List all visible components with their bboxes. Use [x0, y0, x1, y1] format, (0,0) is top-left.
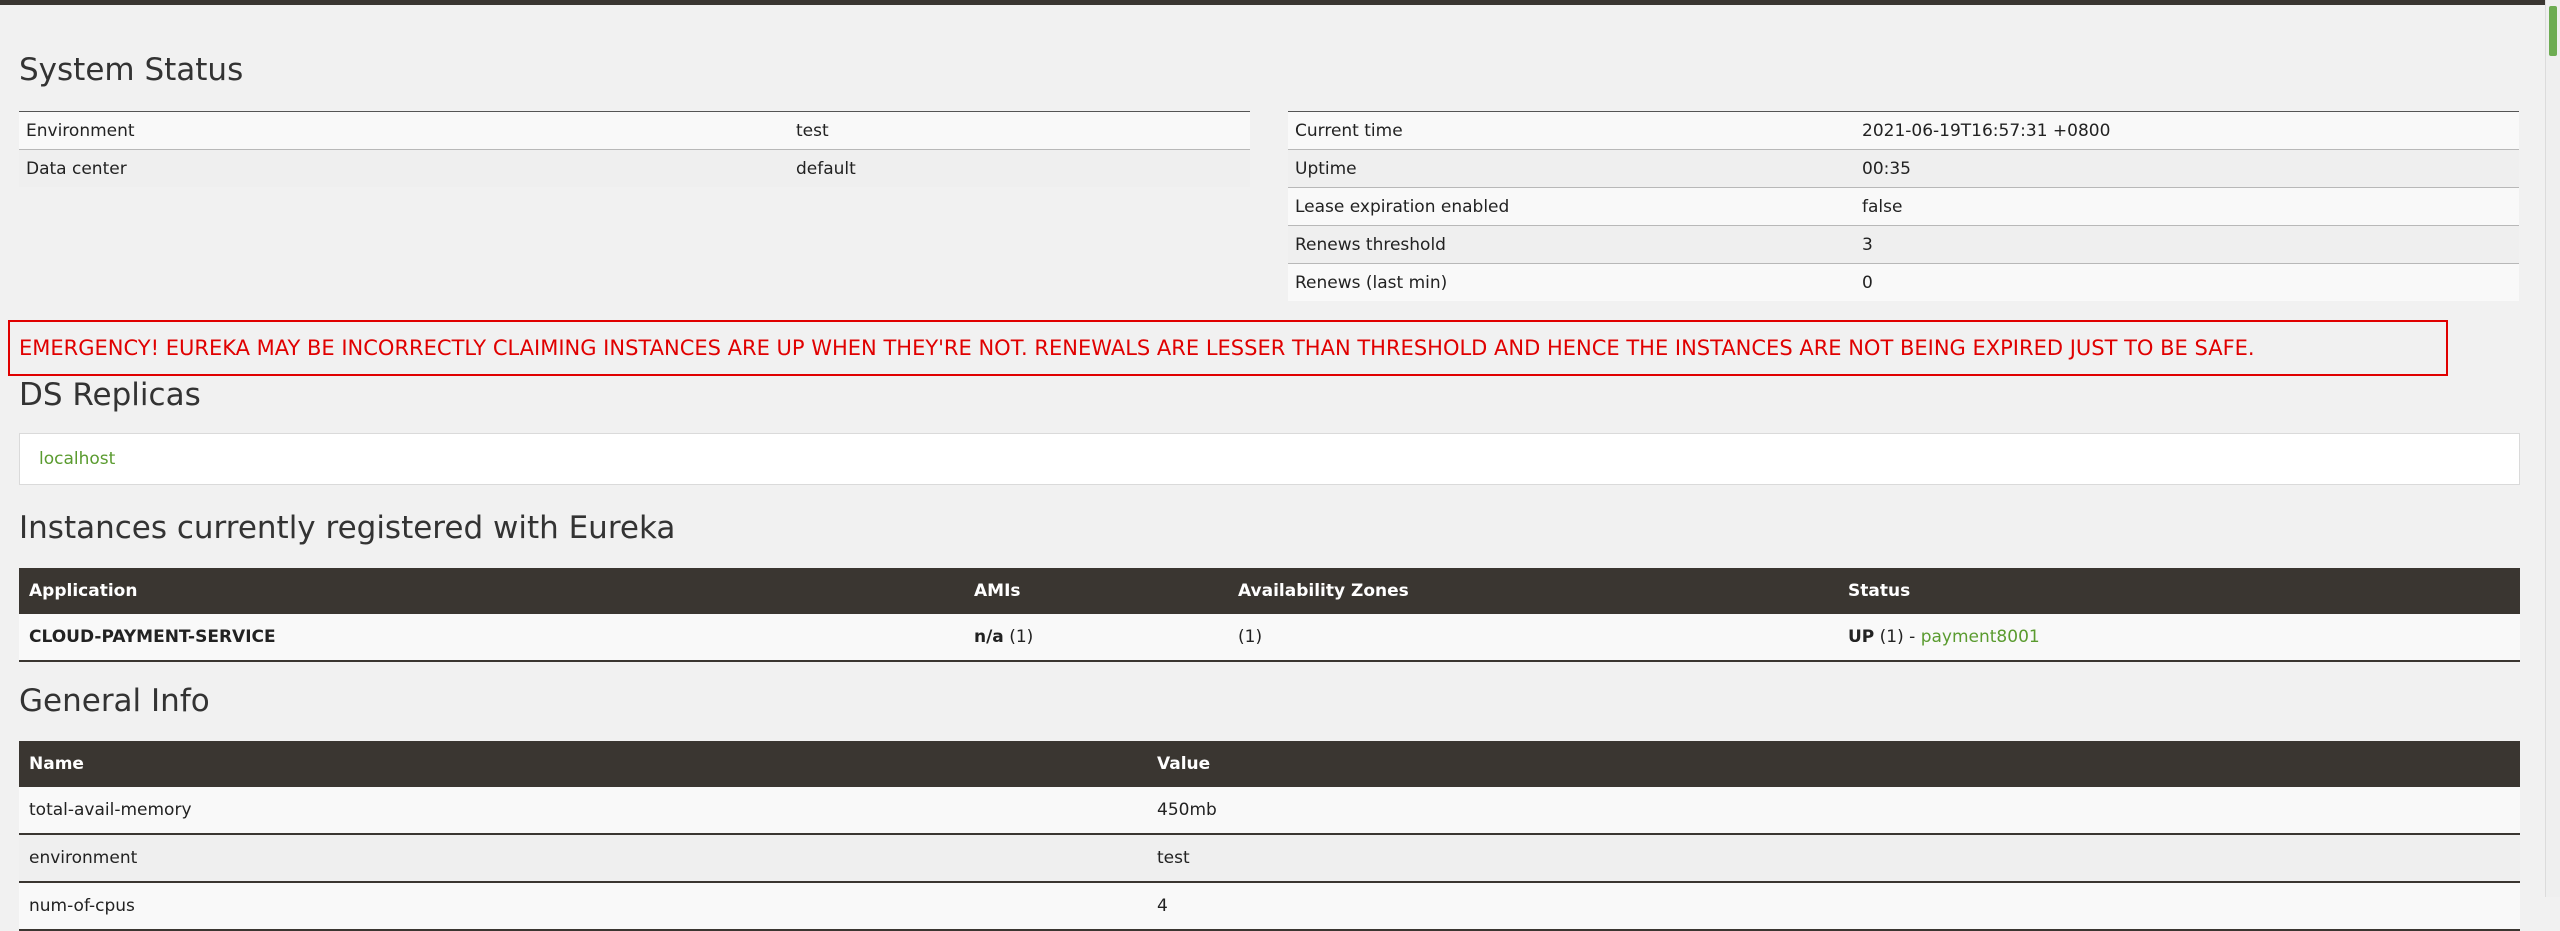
- status-value: 2021-06-19T16:57:31 +0800: [1855, 111, 2519, 150]
- table-row: Current time 2021-06-19T16:57:31 +0800: [1288, 111, 2519, 150]
- info-name: total-avail-memory: [19, 787, 1147, 835]
- status-value: test: [789, 111, 1250, 150]
- eureka-dashboard-page: System Status Environment test Data cent…: [0, 0, 2545, 931]
- status-count: (1) -: [1879, 627, 1916, 647]
- table-header-row: Application AMIs Availability Zones Stat…: [19, 568, 2520, 614]
- column-header-value: Value: [1147, 741, 2520, 787]
- status-label: Renews (last min): [1288, 263, 1855, 301]
- amis-label: n/a: [974, 627, 1004, 647]
- instances-heading: Instances currently registered with Eure…: [19, 510, 676, 546]
- ds-replicas-heading: DS Replicas: [19, 377, 201, 413]
- table-row: Environment test: [19, 111, 1250, 150]
- general-info-heading: General Info: [19, 683, 210, 719]
- general-info-table: Name Value total-avail-memory 450mb envi…: [19, 741, 2520, 931]
- status-value: 3: [1855, 225, 2519, 264]
- status-label: Data center: [19, 149, 789, 187]
- table-row: total-avail-memory 450mb: [19, 787, 2520, 835]
- table-row: Lease expiration enabled false: [1288, 187, 2519, 226]
- status-label: Current time: [1288, 111, 1855, 150]
- info-value: test: [1147, 834, 2520, 883]
- replica-link-localhost[interactable]: localhost: [39, 449, 115, 469]
- column-header-status: Status: [1838, 568, 2520, 614]
- system-status-heading: System Status: [19, 52, 244, 88]
- instances-table: Application AMIs Availability Zones Stat…: [19, 568, 2520, 662]
- table-header-row: Name Value: [19, 741, 2520, 787]
- amis-cell: n/a (1): [964, 614, 1228, 662]
- status-value: 0: [1855, 263, 2519, 301]
- zones-cell: (1): [1228, 614, 1838, 662]
- system-status-right-table: Current time 2021-06-19T16:57:31 +0800 U…: [1288, 111, 2519, 301]
- table-row: Data center default: [19, 149, 1250, 187]
- table-row: CLOUD-PAYMENT-SERVICE n/a (1) (1) UP (1)…: [19, 614, 2520, 662]
- scrollbar-thumb[interactable]: [2549, 6, 2557, 56]
- status-label: Lease expiration enabled: [1288, 187, 1855, 226]
- amis-count: (1): [1009, 627, 1034, 647]
- status-value: default: [789, 149, 1250, 187]
- table-row: Renews (last min) 0: [1288, 263, 2519, 301]
- status-label: Renews threshold: [1288, 225, 1855, 264]
- column-header-amis: AMIs: [964, 568, 1228, 614]
- emergency-warning-banner: EMERGENCY! EUREKA MAY BE INCORRECTLY CLA…: [8, 320, 2448, 376]
- system-status-left-table: Environment test Data center default: [19, 111, 1250, 187]
- top-navbar-edge: [0, 0, 2545, 5]
- info-value: 4: [1147, 882, 2520, 931]
- table-row: num-of-cpus 4: [19, 882, 2520, 931]
- status-label: Uptime: [1288, 149, 1855, 188]
- info-name: environment: [19, 834, 1147, 883]
- table-row: environment test: [19, 834, 2520, 883]
- info-name: num-of-cpus: [19, 882, 1147, 931]
- table-row: Uptime 00:35: [1288, 149, 2519, 188]
- ds-replicas-list: localhost: [19, 433, 2520, 485]
- table-row: Renews threshold 3: [1288, 225, 2519, 264]
- column-header-application: Application: [19, 568, 964, 614]
- info-value: 450mb: [1147, 787, 2520, 835]
- column-header-name: Name: [19, 741, 1147, 787]
- status-value: 00:35: [1855, 149, 2519, 188]
- application-name: CLOUD-PAYMENT-SERVICE: [29, 627, 276, 647]
- status-cell: UP (1) - payment8001: [1838, 614, 2520, 662]
- status-label: Environment: [19, 111, 789, 150]
- vertical-scrollbar[interactable]: [2545, 0, 2560, 897]
- status-label: UP: [1848, 627, 1875, 647]
- instance-link[interactable]: payment8001: [1921, 627, 2040, 647]
- status-value: false: [1855, 187, 2519, 226]
- column-header-availability-zones: Availability Zones: [1228, 568, 1838, 614]
- application-cell: CLOUD-PAYMENT-SERVICE: [19, 614, 964, 662]
